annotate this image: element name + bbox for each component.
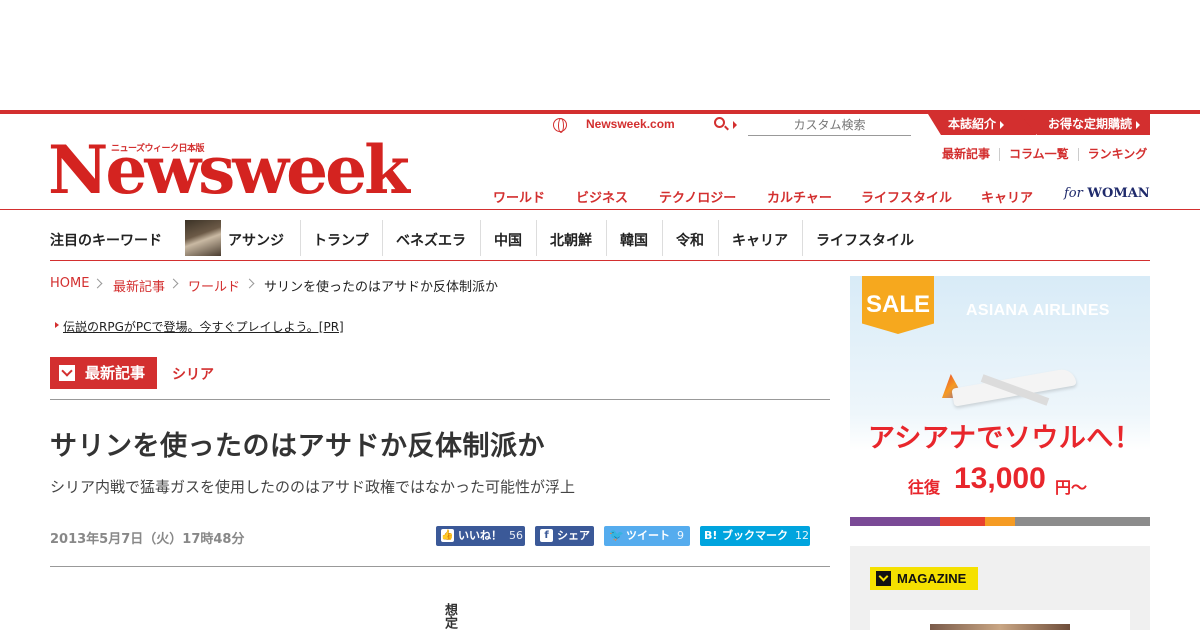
- keyword-north-korea[interactable]: 北朝鮮: [550, 230, 592, 250]
- tweet-count: 9: [677, 529, 684, 542]
- about-magazine-label: 本誌紹介: [948, 117, 997, 131]
- keyword-reiwa[interactable]: 令和: [676, 230, 704, 250]
- tweet-button[interactable]: 🐦 ツイート 9: [604, 526, 690, 546]
- keyword-korea[interactable]: 韓国: [620, 230, 648, 250]
- caret-right-icon: [733, 121, 737, 129]
- divider: [802, 220, 803, 256]
- nav-world[interactable]: ワールド: [493, 187, 545, 206]
- asiana-ad-banner[interactable]: SALE ASIANA AIRLINES アシアナでソウルへ！ 往復 13,00…: [850, 276, 1150, 526]
- ad-price: 13,000: [954, 462, 1046, 495]
- article-share-rule: [50, 566, 830, 567]
- about-magazine-button[interactable]: 本誌紹介: [928, 114, 1036, 135]
- hatena-bookmark-button[interactable]: B! ブックマーク 12: [700, 526, 810, 546]
- newsweek-com-link[interactable]: Newsweek.com: [586, 117, 675, 131]
- caret-right-icon: [1136, 120, 1141, 129]
- chevron-right-icon: [92, 278, 103, 289]
- facebook-like-button[interactable]: 👍 いいね！ 56: [436, 526, 525, 546]
- twitter-icon: 🐦: [609, 528, 624, 542]
- keyword-venezuela[interactable]: ベネズエラ: [396, 230, 466, 250]
- divider: [999, 148, 1001, 161]
- keyword-thumbnail[interactable]: [185, 220, 221, 256]
- keyword-bar-rule: [50, 260, 1150, 261]
- magazine-cover-image[interactable]: [930, 624, 1070, 630]
- bookmark-count: 12: [795, 529, 809, 542]
- chevron-down-icon: [876, 571, 891, 586]
- columns-link[interactable]: コラム一覧: [1009, 145, 1069, 162]
- divider: [300, 220, 301, 256]
- divider: [606, 220, 607, 256]
- tweet-label: ツイート: [626, 529, 670, 542]
- article-subhead: シリア内戦で猛毒ガスを使用したののはアサド政権ではなかった可能性が浮上: [50, 478, 576, 496]
- search-input[interactable]: [748, 114, 911, 136]
- nav-culture[interactable]: カルチャー: [767, 187, 832, 206]
- keyword-china[interactable]: 中国: [494, 230, 522, 250]
- ad-price-label: 往復: [908, 478, 941, 497]
- pr-link[interactable]: 伝説のRPGがPCで登場。今すぐプレイしよう。[PR]: [63, 318, 344, 335]
- search-icon[interactable]: [714, 117, 725, 128]
- ad-sale-tag: SALE: [862, 276, 934, 334]
- keyword-lifestyle[interactable]: ライフスタイル: [816, 230, 914, 250]
- hatena-icon: B!: [704, 529, 718, 542]
- ad-brand: ASIANA AIRLINES: [966, 302, 1110, 319]
- ad-headline: アシアナでソウルへ！: [868, 423, 1142, 454]
- nav-business[interactable]: ビジネス: [576, 187, 628, 206]
- keyword-trump[interactable]: トランプ: [313, 230, 369, 250]
- nav-lifestyle[interactable]: ライフスタイル: [861, 187, 952, 206]
- divider: [382, 220, 383, 256]
- nav-for-woman[interactable]: for WOMAN: [1064, 186, 1150, 201]
- nav-technology[interactable]: テクノロジー: [659, 187, 736, 206]
- facebook-share-button[interactable]: f シェア: [535, 526, 594, 546]
- latest-articles-link[interactable]: 最新記事: [942, 145, 990, 162]
- facebook-icon: f: [540, 529, 553, 542]
- like-count: 56: [509, 529, 523, 542]
- breadcrumb-world[interactable]: ワールド: [188, 276, 240, 295]
- thumbs-up-icon: 👍: [441, 529, 454, 542]
- nav-career[interactable]: キャリア: [981, 187, 1033, 206]
- divider: [536, 220, 537, 256]
- bookmark-label: ブックマーク: [722, 529, 788, 542]
- like-label: いいね！: [458, 529, 502, 542]
- divider: [662, 220, 663, 256]
- globe-icon[interactable]: [553, 118, 567, 133]
- divider: [718, 220, 719, 256]
- chevron-right-icon: [168, 278, 179, 289]
- breadcrumb-latest[interactable]: 最新記事: [113, 276, 165, 295]
- caret-right-icon: [1000, 120, 1005, 129]
- subscribe-button[interactable]: お得な定期購読: [1020, 114, 1150, 135]
- header-bottom-rule: [0, 209, 1200, 210]
- ad-price-unit: 円〜: [1055, 478, 1088, 497]
- breadcrumb-current: サリンを使ったのはアサドか反体制派か: [264, 280, 499, 295]
- share-label: シェア: [557, 529, 590, 542]
- article-headline: サリンを使ったのはアサドか反体制派か: [50, 431, 545, 462]
- keyword-assange[interactable]: アサンジ: [228, 230, 284, 250]
- keywords-title: 注目のキーワード: [50, 233, 162, 249]
- chevron-down-icon: [59, 365, 75, 381]
- keyword-career[interactable]: キャリア: [732, 230, 788, 250]
- newsweek-logo[interactable]: Newsweek: [48, 130, 410, 210]
- for-woman-label: WOMAN: [1087, 186, 1150, 201]
- article-top-rule: [50, 399, 830, 400]
- article-body-start: 想定: [442, 603, 457, 629]
- ranking-link[interactable]: ランキング: [1088, 145, 1148, 162]
- article-date: 2013年5月7日（火）17時48分: [50, 532, 245, 547]
- divider: [1077, 148, 1079, 161]
- for-woman-prefix: for: [1064, 186, 1083, 201]
- breadcrumb-home[interactable]: HOME: [50, 276, 89, 291]
- category-syria-link[interactable]: シリア: [172, 364, 214, 384]
- subscribe-label: お得な定期購読: [1048, 117, 1133, 131]
- header-top-rule: [0, 110, 1200, 114]
- caret-right-icon: [55, 322, 59, 328]
- header-sublinks: 最新記事 コラム一覧 ランキング: [942, 145, 1147, 162]
- divider: [480, 220, 481, 256]
- chevron-right-icon: [244, 278, 255, 289]
- ad-stripe: [850, 517, 1150, 526]
